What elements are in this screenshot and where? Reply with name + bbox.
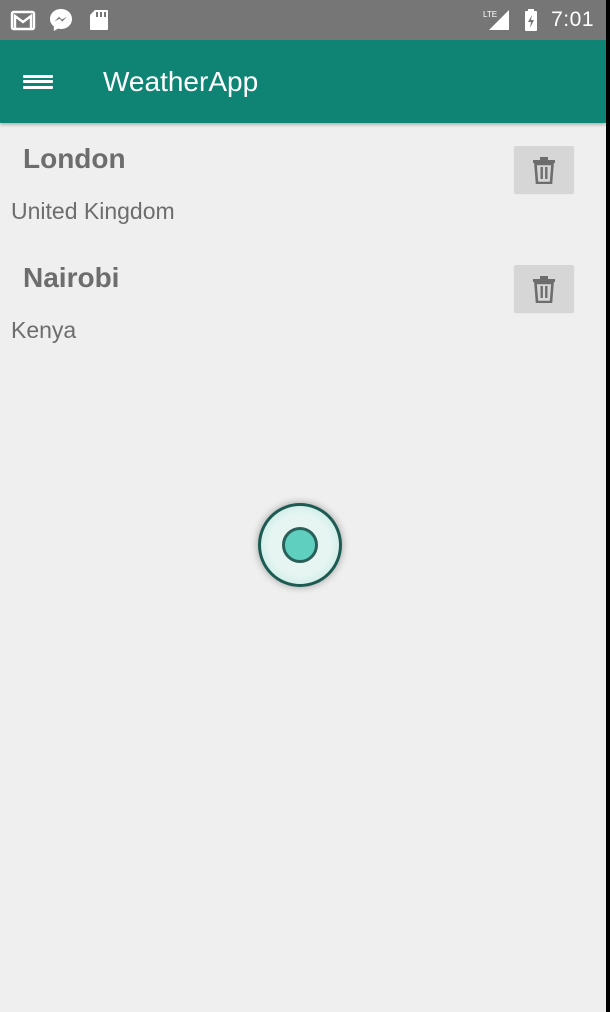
city-country: United Kingdom — [11, 198, 175, 224]
delete-city-button[interactable] — [514, 146, 574, 193]
sd-card-icon — [86, 8, 112, 32]
status-time: 7:01 — [551, 8, 594, 31]
network-label: LTE — [483, 10, 497, 19]
delete-city-button[interactable] — [514, 265, 574, 312]
touch-indicator — [258, 503, 342, 587]
app-title: WeatherApp — [103, 65, 259, 97]
status-bar-system: LTE 7:01 — [483, 8, 594, 32]
hamburger-menu-icon — [23, 74, 53, 78]
status-bar: LTE 7:01 — [0, 0, 606, 40]
battery-charging-icon — [523, 8, 539, 32]
touch-indicator-center — [282, 527, 318, 563]
city-name: London — [23, 143, 126, 174]
city-list: London United Kingdom Nairobi Kenya — [0, 123, 606, 361]
city-country: Kenya — [11, 317, 77, 343]
trash-icon — [533, 275, 555, 303]
city-list-item[interactable]: London United Kingdom — [0, 123, 606, 242]
city-list-item[interactable]: Nairobi Kenya — [0, 242, 606, 361]
status-bar-notifications — [10, 8, 112, 32]
trash-icon — [533, 156, 555, 184]
city-name: Nairobi — [23, 262, 120, 293]
app-screen: LTE 7:01 WeatherApp London United Kingdo… — [0, 0, 606, 1012]
lte-signal-icon: LTE — [483, 8, 511, 32]
messenger-icon — [48, 8, 74, 32]
gmail-icon — [10, 8, 36, 32]
app-toolbar: WeatherApp — [0, 40, 606, 123]
menu-button[interactable] — [23, 70, 53, 94]
